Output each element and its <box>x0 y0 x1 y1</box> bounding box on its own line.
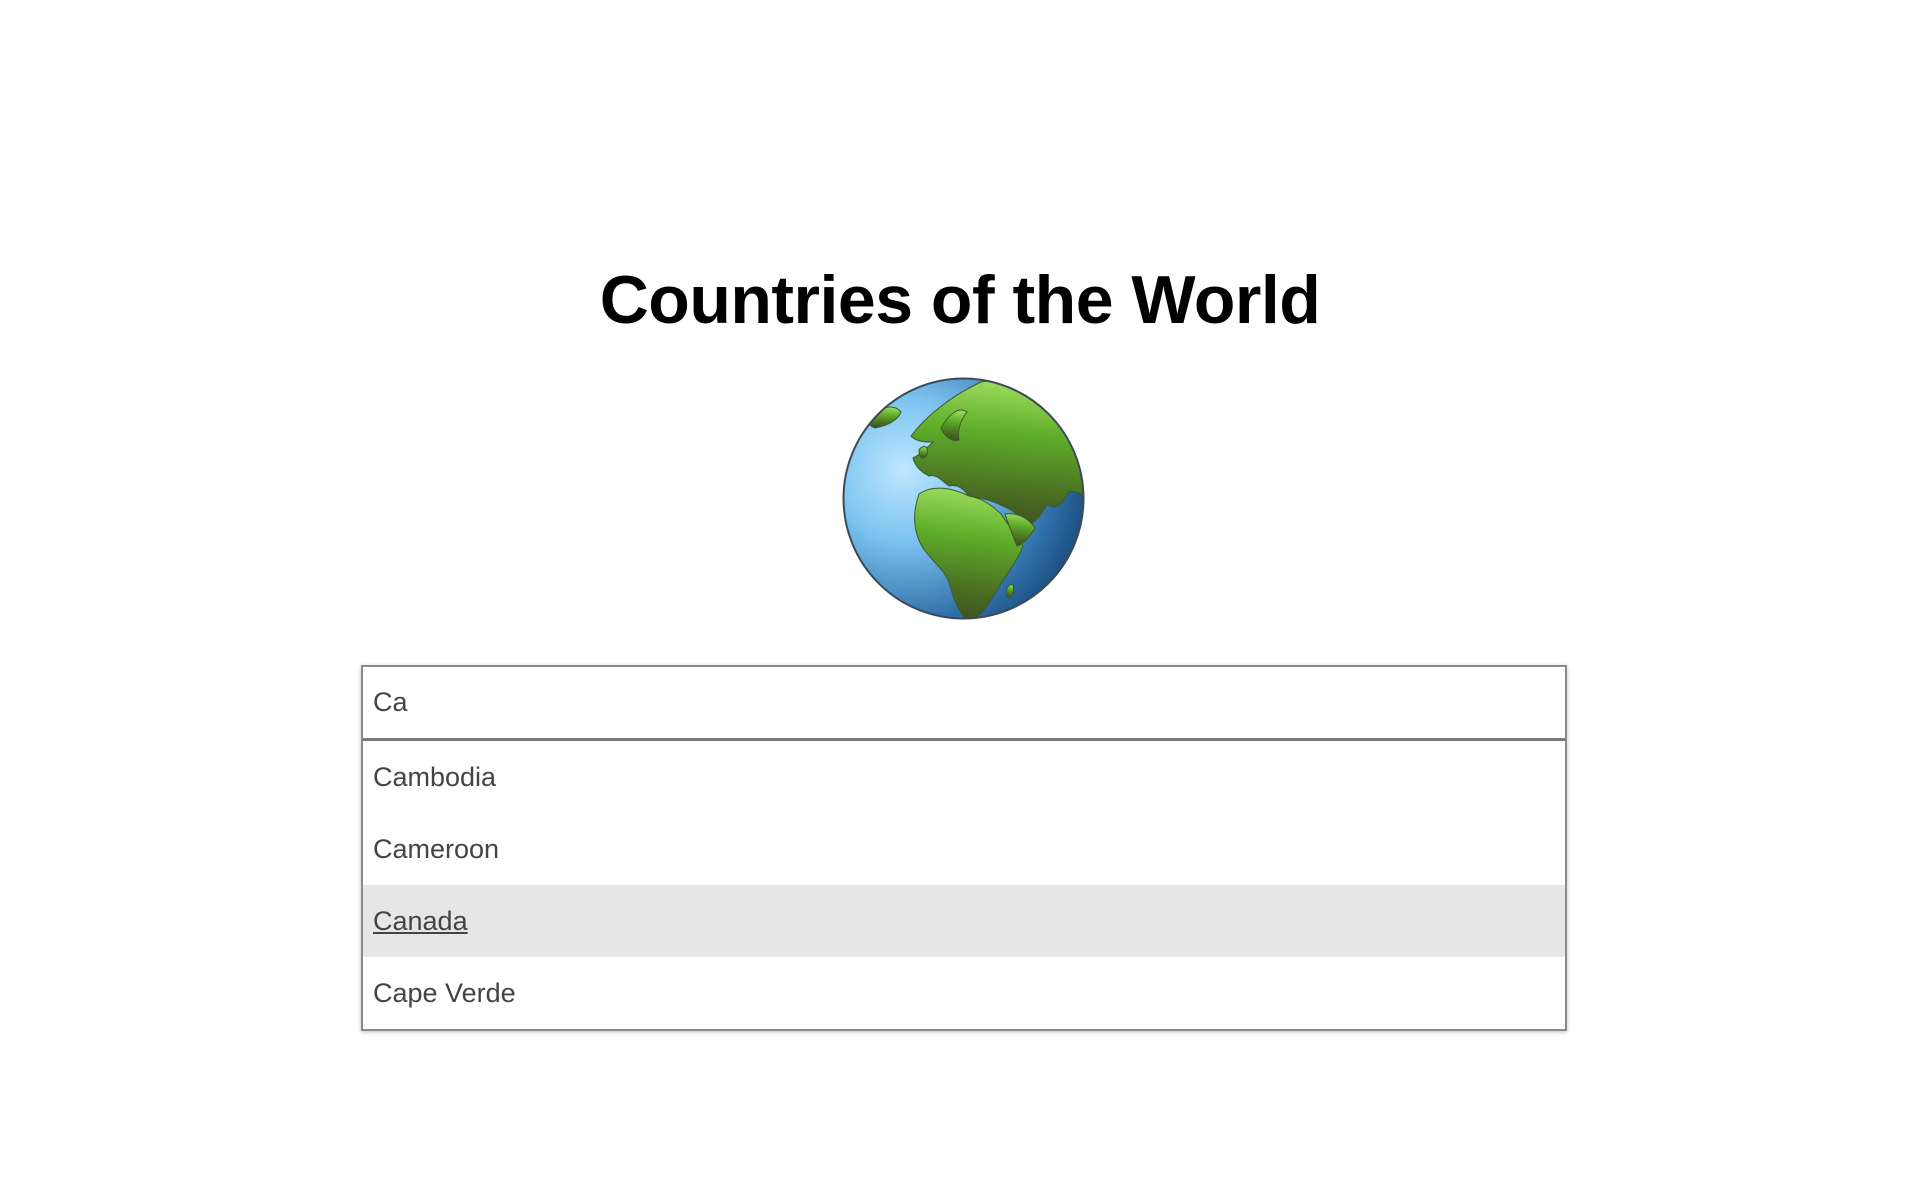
page-title: Countries of the World <box>599 262 1321 338</box>
country-search-input[interactable] <box>363 667 1565 741</box>
page: Countries of the World Ca Cambodia Camer… <box>0 0 1920 1200</box>
suggestion-list: Cambodia Cameroon Canada Cape Verde <box>363 741 1565 1029</box>
globe-icon <box>841 376 1086 621</box>
suggestion-item-cape-verde[interactable]: Cape Verde <box>363 957 1565 1029</box>
suggestion-item-canada[interactable]: Canada <box>363 885 1565 957</box>
suggestion-item-cambodia[interactable]: Cambodia <box>363 741 1565 813</box>
suggestion-item-cameroon[interactable]: Cameroon <box>363 813 1565 885</box>
country-autocomplete: Cambodia Cameroon Canada Cape Verde <box>361 665 1567 1031</box>
